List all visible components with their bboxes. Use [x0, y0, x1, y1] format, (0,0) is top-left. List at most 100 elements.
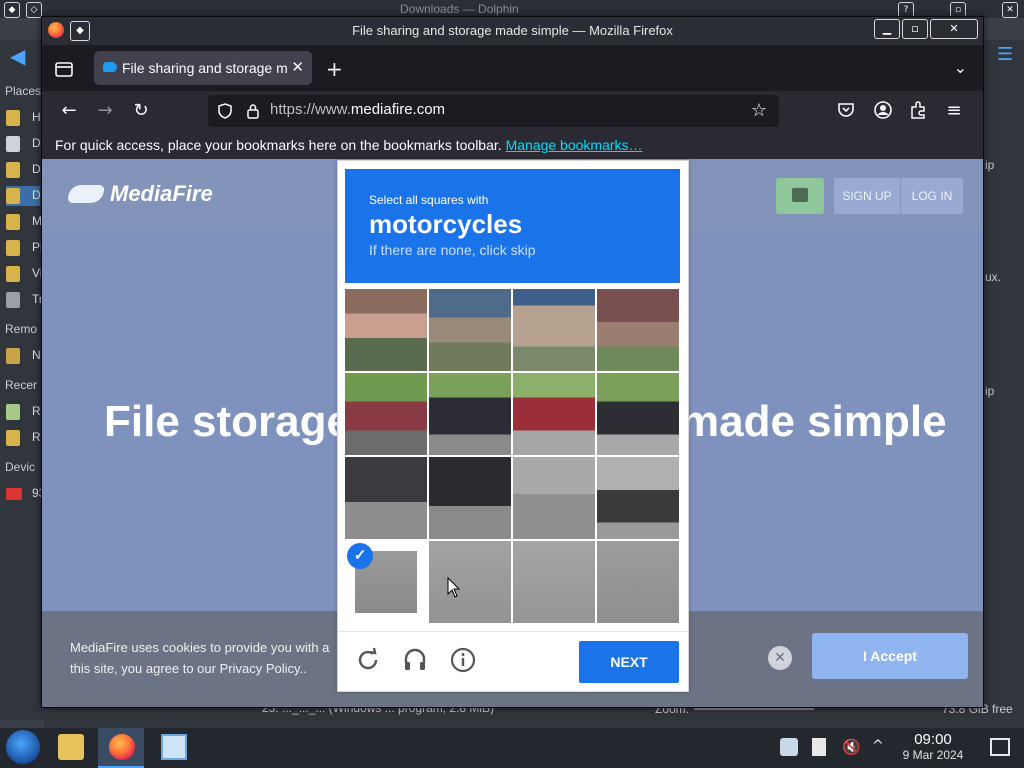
minimize-button[interactable]: ▁ [874, 19, 900, 39]
list-all-tabs-chevron-icon[interactable]: ⌄ [954, 58, 967, 77]
url-text[interactable]: https://www.mediafire.com [270, 101, 445, 118]
dolphin-info-panel: ☰ ip ux. ip [983, 40, 1024, 720]
reload-icon[interactable]: ↻ [129, 99, 153, 123]
mediafire-logo[interactable]: MediaFire [68, 181, 268, 211]
captcha-tile-image [513, 457, 595, 539]
cookie-close-icon[interactable]: ✕ [768, 646, 792, 670]
captcha-image-grid: ✓ [345, 289, 680, 624]
captcha-tile[interactable] [513, 373, 595, 455]
captcha-tile-image [513, 289, 595, 371]
folder-icon [6, 240, 20, 256]
upload-button[interactable] [776, 178, 824, 214]
clock-time: 09:00 [914, 731, 952, 748]
captcha-target-object: motorcycles [369, 209, 523, 239]
close-button[interactable]: ✕ [930, 19, 978, 39]
places-item[interactable]: De [6, 134, 47, 154]
forward-icon[interactable]: → [93, 99, 117, 123]
captcha-tile[interactable] [597, 457, 679, 539]
hero-text-left: File storage [104, 397, 351, 446]
captcha-tile[interactable] [597, 541, 679, 623]
captcha-tile[interactable] [597, 289, 679, 371]
start-menu-icon[interactable] [6, 730, 40, 764]
trash-icon [6, 292, 20, 308]
tracking-protection-shield-icon[interactable] [218, 103, 232, 119]
maximize-button[interactable]: ▫ [902, 19, 928, 39]
captcha-tile[interactable] [429, 457, 511, 539]
captcha-tile-image [345, 289, 427, 371]
system-tray-expand-icon[interactable]: ^ [872, 738, 890, 756]
manage-bookmarks-link[interactable]: Manage bookmarks… [506, 137, 643, 153]
clock-date: 9 Mar 2024 [902, 748, 964, 762]
folder-icon [6, 188, 20, 204]
back-icon[interactable]: ← [57, 99, 81, 123]
captcha-tile[interactable] [513, 457, 595, 539]
taskbar-file-manager[interactable] [47, 728, 93, 768]
clock[interactable]: 09:00 9 Mar 2024 [890, 731, 976, 762]
captcha-tile-image [513, 373, 595, 455]
network-icon [6, 348, 20, 364]
remote-item[interactable]: Ne [6, 346, 47, 366]
show-desktop-icon[interactable] [990, 738, 1010, 756]
device-item[interactable]: 93 [6, 484, 45, 504]
captcha-tile[interactable] [345, 289, 427, 371]
captcha-challenge: Select all squares with motorcycles If t… [337, 160, 689, 692]
captcha-tile[interactable] [513, 541, 595, 623]
places-item-selected[interactable]: Do [6, 186, 47, 206]
notes-icon[interactable] [812, 738, 826, 756]
places-item[interactable]: Do [6, 160, 47, 180]
firefox-view-icon[interactable] [54, 59, 74, 79]
places-item[interactable]: Tr [6, 290, 43, 310]
captcha-tile-image [429, 289, 511, 371]
window-titlebar: ◆ File sharing and storage made simple —… [42, 17, 983, 45]
captcha-tile[interactable] [345, 457, 427, 539]
captcha-tile[interactable] [429, 373, 511, 455]
url-prefix: https://www. [270, 101, 351, 118]
recent-item[interactable]: Re [6, 402, 47, 422]
captcha-tile-image [345, 373, 427, 455]
tab-mediafire[interactable]: File sharing and storage made simple ✕ [94, 51, 312, 85]
captcha-footer: NEXT [338, 631, 688, 692]
captcha-next-button[interactable]: NEXT [579, 641, 679, 683]
audio-challenge-icon[interactable] [401, 646, 429, 674]
captcha-tile-image [597, 289, 679, 371]
zoom-slider[interactable] [694, 708, 814, 710]
captcha-tile[interactable]: ✓ [345, 541, 427, 623]
captcha-tile[interactable] [597, 373, 679, 455]
tab-close-icon[interactable]: ✕ [291, 58, 304, 76]
extensions-icon[interactable] [908, 99, 930, 121]
back-arrow-icon[interactable]: ◀ [10, 44, 25, 68]
hamburger-menu-icon[interactable]: ☰ [997, 44, 1013, 65]
folder-icon [6, 162, 20, 178]
dolphin-close-icon[interactable]: ✕ [1002, 2, 1018, 18]
sign-up-button[interactable]: SIGN UP [834, 178, 900, 214]
recent-item[interactable]: Re [6, 428, 47, 448]
devices-heading: Devic [5, 460, 36, 474]
app-menu-icon[interactable]: ≡ [942, 99, 966, 123]
places-item[interactable]: Vi [6, 264, 42, 284]
captcha-tile[interactable] [429, 289, 511, 371]
clipboard-icon[interactable] [780, 738, 798, 756]
new-tab-icon[interactable]: + [326, 57, 343, 81]
bookmark-star-icon[interactable]: ☆ [751, 100, 767, 121]
url-bar[interactable]: https://www.mediafire.com ☆ [208, 95, 779, 127]
lock-icon[interactable] [246, 103, 260, 119]
account-icon[interactable] [872, 99, 894, 121]
window-menu-icon[interactable]: ◆ [4, 2, 20, 18]
captcha-instruction: Select all squares with [369, 193, 489, 207]
captcha-tile[interactable] [345, 373, 427, 455]
places-item[interactable]: Pi [6, 238, 43, 258]
volume-muted-icon[interactable]: 🔇 [842, 738, 861, 756]
places-item[interactable]: Ho [6, 108, 47, 128]
taskbar-system-monitor[interactable] [150, 728, 196, 768]
keep-above-icon[interactable]: ◇ [26, 2, 42, 18]
places-item[interactable]: M [6, 212, 42, 232]
taskbar-firefox[interactable] [98, 728, 144, 768]
reload-challenge-icon[interactable] [354, 646, 382, 674]
log-in-button[interactable]: LOG IN [901, 178, 963, 214]
captcha-tile[interactable] [429, 541, 511, 623]
pocket-icon[interactable] [835, 99, 857, 121]
bookmarks-hint: For quick access, place your bookmarks h… [55, 137, 643, 153]
info-icon[interactable] [449, 646, 477, 674]
captcha-tile[interactable] [513, 289, 595, 371]
accept-cookies-button[interactable]: I Accept [812, 633, 968, 679]
